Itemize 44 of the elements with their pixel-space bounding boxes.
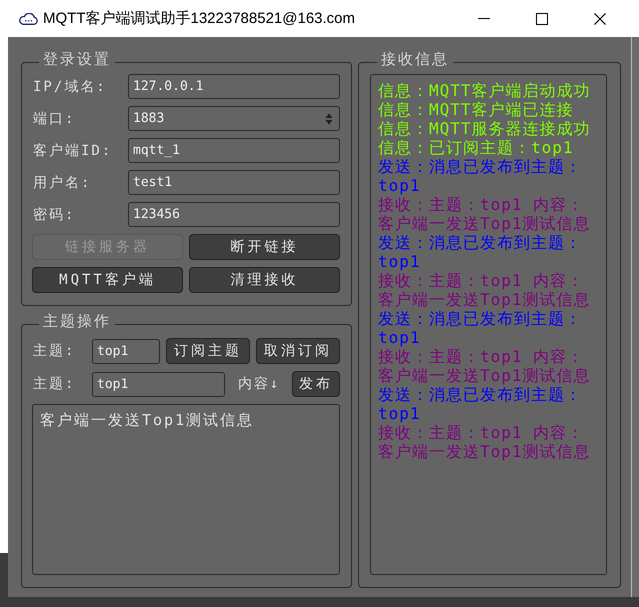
field-label: IP/域名: (32, 78, 107, 96)
log-message: 信息：MQTT客户端启动成功 (378, 81, 591, 100)
log-message: 接收：主题：top1 内容： 客户端一发送Top1测试信息 (378, 195, 591, 233)
text-input[interactable]: mqtt_1 (128, 138, 340, 163)
content-label: 内容↓ (236, 375, 280, 393)
unsubscribe-button[interactable]: 取消订阅 (256, 338, 340, 364)
log-message: 信息：已订阅主题：top1 (378, 138, 574, 157)
field-label: 端口: (32, 110, 76, 128)
publish-button[interactable]: 发布 (292, 371, 340, 397)
log-message: 发送：消息已发布到主题： top1 (378, 309, 582, 347)
group-title: 接收信息 (381, 50, 449, 68)
text-input[interactable]: 127.0.0.1 (128, 74, 340, 99)
log-message: 信息：MQTT客户端已连接 (378, 100, 574, 119)
message-input-field[interactable]: 客户端一发送Top1测试信息 (32, 404, 340, 575)
clear-receive-button[interactable]: 清理接收 (189, 267, 340, 293)
text-input[interactable]: test1 (128, 170, 340, 195)
subscribe-button[interactable]: 订阅主题 (166, 338, 250, 364)
window-title: MQTT客户端调试助手13223788521@163.com (43, 9, 356, 28)
group-title: 主题操作 (43, 312, 111, 330)
log-message: 发送：消息已发布到主题： top1 (378, 385, 582, 423)
text-input[interactable]: 123456 (128, 202, 340, 227)
field-label: 用户名: (32, 174, 92, 192)
topic-input[interactable]: top1 (92, 338, 160, 364)
desktop-background (0, 553, 8, 597)
topic-label: 主题: (32, 342, 76, 360)
port-spin-box[interactable]: 1883 (128, 106, 340, 131)
log-message: 信息：MQTT服务器连接成功 (378, 119, 591, 138)
spin-arrows-icon[interactable] (325, 112, 333, 124)
log-message: 发送：消息已发布到主题： top1 (378, 233, 582, 271)
topic-label: 主题: (32, 375, 76, 393)
field-label: 密码: (32, 206, 76, 224)
topic-input[interactable]: top1 (92, 372, 225, 396)
group-title: 登录设置 (43, 50, 111, 68)
log-message: 接收：主题：top1 内容： 客户端一发送Top1测试信息 (378, 271, 591, 309)
disconnect-button[interactable]: 断开链接 (189, 234, 340, 260)
close-icon (594, 12, 606, 24)
field-label: 客户端ID: (32, 142, 112, 160)
maximize-icon (536, 12, 548, 24)
cloud-icon (18, 12, 39, 24)
mqtt-client-button[interactable]: MQTT客户端 (32, 267, 183, 293)
log-message: 接收：主题：top1 内容： 客户端一发送Top1测试信息 (378, 423, 591, 461)
log-message: 发送：消息已发布到主题： top1 (378, 157, 582, 195)
log-message: 接收：主题：top1 内容： 客户端一发送Top1测试信息 (378, 347, 591, 385)
minimize-icon (478, 18, 490, 19)
